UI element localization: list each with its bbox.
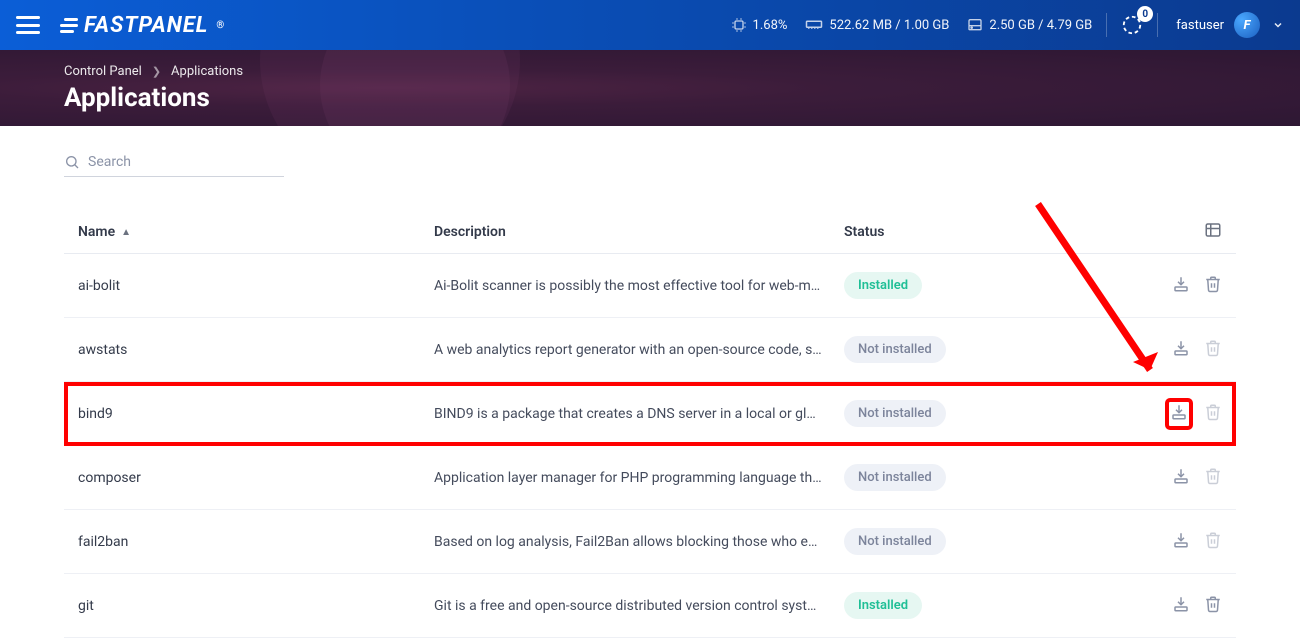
chevron-right-icon: ❯	[152, 65, 161, 78]
install-button[interactable]	[1172, 339, 1190, 361]
username: fastuser	[1176, 18, 1224, 33]
content: Name ▲ Description Status ai-bolitAi-Bol…	[0, 126, 1300, 638]
stat-disk: 2.50 GB / 4.79 GB	[967, 17, 1092, 33]
app-description: Based on log analysis, Fail2Ban allows b…	[434, 534, 844, 550]
app-description: A web analytics report generator with an…	[434, 342, 844, 358]
status-badge: Not installed	[844, 336, 946, 363]
trash-icon	[1204, 467, 1222, 489]
trash-icon	[1204, 403, 1222, 425]
page-hero: Control Panel ❯ Applications Application…	[0, 50, 1300, 126]
app-description: BIND9 is a package that creates a DNS se…	[434, 406, 844, 422]
app-description: Application layer manager for PHP progra…	[434, 470, 844, 486]
disk-icon	[967, 17, 983, 33]
table-header: Name ▲ Description Status	[64, 211, 1236, 254]
delete-button	[1204, 531, 1222, 553]
logo[interactable]: FASTPANEL®	[60, 13, 225, 38]
ram-icon	[805, 17, 823, 33]
breadcrumb-root[interactable]: Control Panel	[64, 64, 142, 79]
delete-button	[1204, 403, 1222, 425]
install-icon	[1170, 403, 1188, 425]
app-name: git	[78, 598, 434, 614]
breadcrumb: Control Panel ❯ Applications	[64, 64, 1236, 79]
status-badge: Installed	[844, 272, 922, 299]
breadcrumb-current: Applications	[171, 64, 243, 79]
app-description: Ai-Bolit scanner is possibly the most ef…	[434, 278, 844, 294]
search-icon	[64, 154, 80, 170]
install-button[interactable]	[1172, 595, 1190, 617]
install-icon	[1172, 467, 1190, 489]
chevron-down-icon	[1272, 19, 1284, 31]
install-button[interactable]	[1172, 275, 1190, 297]
install-icon	[1172, 339, 1190, 361]
status-badge: Not installed	[844, 528, 946, 555]
app-name: bind9	[78, 406, 434, 422]
topbar: FASTPANEL® 1.68% 522.62 MB / 1.00 GB 2.5…	[0, 0, 1300, 50]
stat-ram: 522.62 MB / 1.00 GB	[805, 17, 949, 33]
trash-icon	[1204, 339, 1222, 361]
install-icon	[1172, 531, 1190, 553]
status-badge: Not installed	[844, 400, 946, 427]
delete-button	[1204, 339, 1222, 361]
trash-icon	[1204, 531, 1222, 553]
view-toggle-button[interactable]	[1204, 221, 1222, 243]
menu-toggle[interactable]	[16, 16, 40, 34]
delete-button[interactable]	[1204, 595, 1222, 617]
table-row: awstatsA web analytics report generator …	[64, 318, 1236, 382]
app-name: awstats	[78, 342, 434, 358]
delete-button[interactable]	[1204, 275, 1222, 297]
app-name: fail2ban	[78, 534, 434, 550]
status-badge: Installed	[844, 592, 922, 619]
avatar: F	[1234, 12, 1260, 38]
table-row: ai-bolitAi-Bolit scanner is possibly the…	[64, 254, 1236, 318]
cpu-icon	[731, 17, 747, 33]
status-badge: Not installed	[844, 464, 946, 491]
app-description: Git is a free and open-source distribute…	[434, 598, 844, 614]
trash-icon	[1204, 275, 1222, 297]
col-header-status[interactable]: Status	[844, 224, 1004, 240]
trash-icon	[1204, 595, 1222, 617]
col-header-description[interactable]: Description	[434, 224, 844, 240]
applications-table: Name ▲ Description Status ai-bolitAi-Bol…	[64, 211, 1236, 638]
delete-button	[1204, 467, 1222, 489]
install-button[interactable]	[1170, 403, 1188, 425]
tasks-badge: 0	[1137, 6, 1153, 22]
install-icon	[1172, 595, 1190, 617]
install-button[interactable]	[1172, 531, 1190, 553]
app-name: ai-bolit	[78, 278, 434, 294]
stat-cpu: 1.68%	[731, 17, 788, 33]
grid-view-icon	[1204, 221, 1222, 239]
search-input[interactable]	[88, 154, 284, 170]
table-row: gitGit is a free and open-source distrib…	[64, 574, 1236, 638]
search-field-wrap	[64, 154, 284, 177]
user-menu[interactable]: fastuser F	[1176, 12, 1284, 38]
logo-text: FASTPANEL	[84, 13, 208, 38]
install-icon	[1172, 275, 1190, 297]
table-row: composerApplication layer manager for PH…	[64, 446, 1236, 510]
app-name: composer	[78, 470, 434, 486]
table-row: fail2banBased on log analysis, Fail2Ban …	[64, 510, 1236, 574]
tasks-indicator[interactable]: 0	[1121, 14, 1143, 36]
sort-asc-icon: ▲	[121, 227, 131, 238]
page-title: Applications	[64, 83, 1236, 113]
table-row: bind9BIND9 is a package that creates a D…	[64, 382, 1236, 446]
col-header-name[interactable]: Name ▲	[78, 224, 434, 240]
install-button[interactable]	[1172, 467, 1190, 489]
